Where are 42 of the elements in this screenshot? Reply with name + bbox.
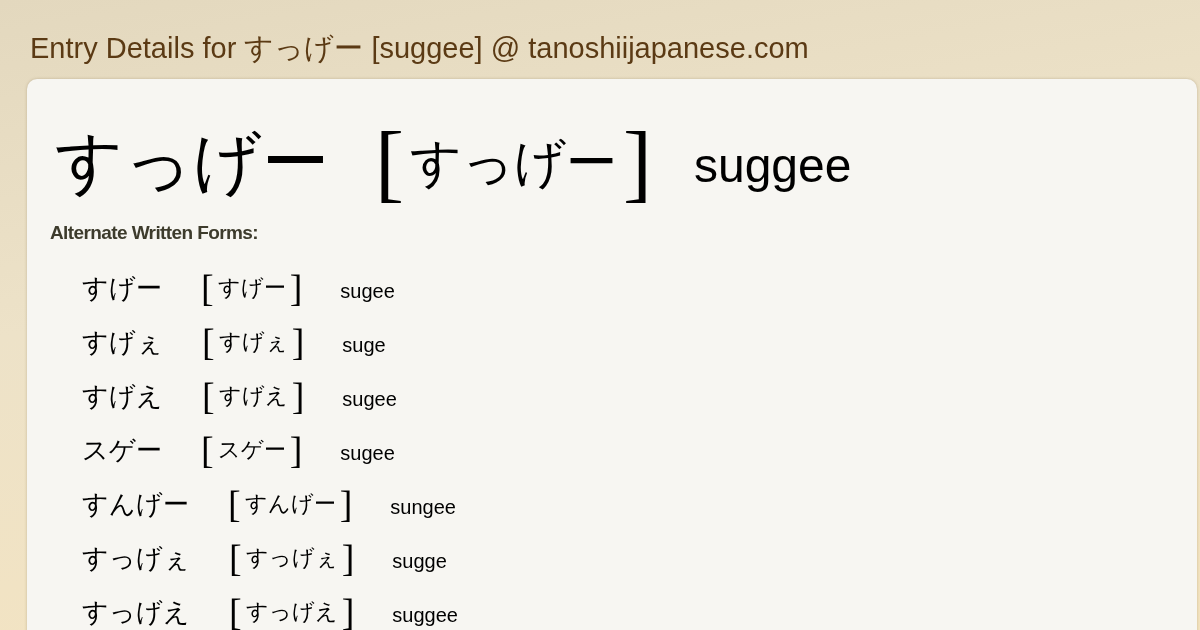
alt-form-word: すげえ [82, 384, 163, 408]
alt-form-reading: すげぇ [218, 331, 288, 353]
alt-form-reading: すっげぇ [245, 547, 338, 569]
close-bracket: ] [623, 122, 652, 202]
alt-form-romaji: suge [342, 334, 386, 355]
alt-form-reading: すっげえ [245, 601, 338, 623]
alt-form-romaji: sugee [342, 388, 397, 409]
close-bracket: ] [291, 325, 305, 359]
close-bracket: ] [341, 541, 355, 575]
alt-form-romaji: sugee [340, 280, 395, 301]
open-bracket: [ [228, 487, 241, 521]
alt-form-romaji: sugee [340, 442, 395, 463]
close-bracket: ] [289, 433, 303, 467]
entry-reading: すっげー [410, 136, 617, 188]
entry-romaji: suggee [693, 142, 852, 190]
close-bracket: ] [291, 379, 305, 413]
alt-form-word: すんげー [82, 492, 189, 516]
alt-form-word: すっげえ [82, 600, 190, 624]
open-bracket: [ [229, 595, 242, 629]
section-heading: Alternate Written Forms: [50, 223, 258, 243]
alt-form-word: スゲー [82, 438, 162, 462]
close-bracket: ] [341, 595, 355, 629]
alt-form-word: すっげぇ [82, 546, 190, 570]
alt-form-romaji: suggee [392, 604, 458, 625]
alt-form-romaji: sugge [392, 550, 447, 571]
alt-form-reading: すんげー [244, 493, 336, 515]
open-bracket: [ [201, 271, 214, 305]
alt-form-romaji: sungee [390, 496, 456, 517]
alt-form-reading: スゲー [217, 439, 286, 461]
alt-form-reading: すげえ [218, 385, 288, 407]
page-title: Entry Details for すっげー [suggee] @ tanoshiijapanese.com [30, 33, 809, 63]
open-bracket: [ [202, 379, 215, 413]
close-bracket: ] [339, 487, 353, 521]
alt-form-word: すげぇ [82, 330, 163, 354]
open-bracket: [ [201, 433, 214, 467]
close-bracket: ] [289, 271, 303, 305]
entry-word: すっげー [55, 128, 329, 196]
open-bracket: [ [375, 122, 404, 202]
open-bracket: [ [202, 325, 215, 359]
open-bracket: [ [229, 541, 242, 575]
alt-form-word: すげー [82, 276, 162, 300]
alt-form-reading: すげー [217, 277, 286, 299]
